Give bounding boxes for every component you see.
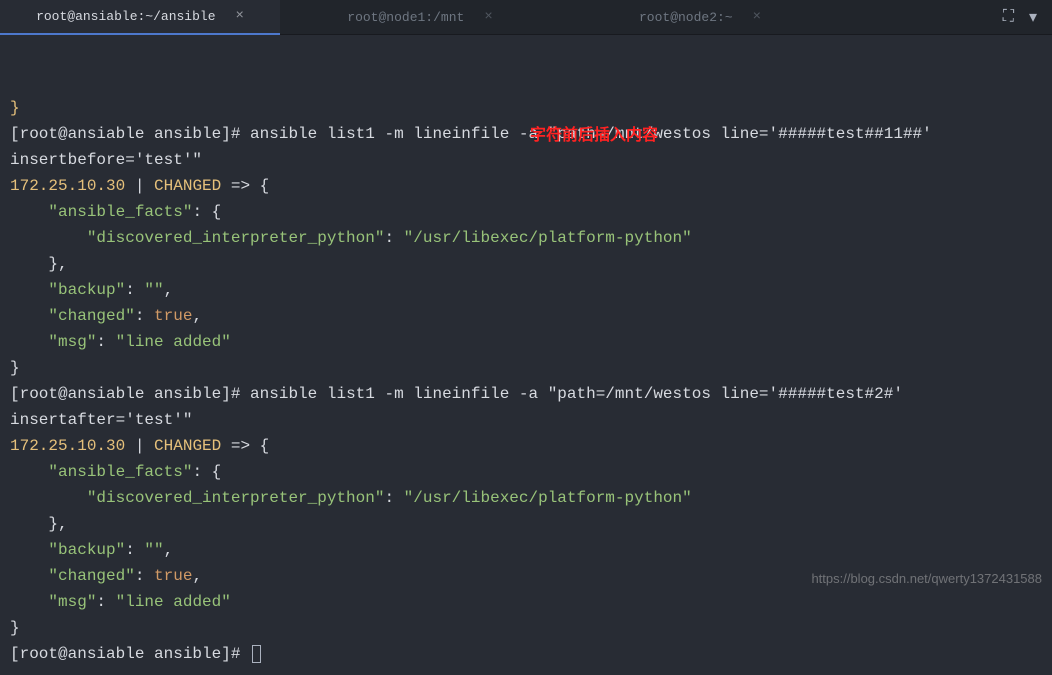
prompt-3: [root@ansiable ansible]# — [10, 645, 261, 663]
tab-label: root@node1:/mnt — [347, 10, 464, 25]
chevron-down-icon[interactable]: ▾ — [1029, 7, 1037, 27]
stray-brace: } — [10, 99, 20, 117]
backup-line: "backup": "", — [10, 281, 173, 299]
msg-line-2: "msg": "line added" — [10, 593, 231, 611]
interpreter-line: "discovered_interpreter_python": "/usr/l… — [10, 229, 692, 247]
prompt-1: [root@ansiable ansible]# ansible list1 -… — [10, 125, 941, 169]
tab-controls: ⛶ ▾ — [1003, 7, 1052, 27]
watermark: https://blog.csdn.net/qwerty1372431588 — [811, 571, 1042, 586]
tab-label: root@node2:~ — [639, 10, 733, 25]
changed-line-2: "changed": true, — [10, 567, 202, 585]
result-1-header: 172.25.10.30 | CHANGED => { — [10, 177, 269, 195]
tab-node2[interactable]: root@node2:~ × — [560, 0, 840, 35]
close-brace-3: }, — [10, 515, 68, 533]
close-brace-2: } — [10, 359, 20, 377]
changed-line: "changed": true, — [10, 307, 202, 325]
ansible-facts-line-2: "ansible_facts": { — [10, 463, 221, 481]
annotation-text: 字符前后插入内容 — [530, 123, 658, 149]
close-icon[interactable]: × — [236, 8, 244, 24]
backup-line-2: "backup": "", — [10, 541, 173, 559]
close-icon[interactable]: × — [484, 9, 492, 25]
msg-line: "msg": "line added" — [10, 333, 231, 351]
tab-label: root@ansiable:~/ansible — [36, 9, 215, 24]
result-2-header: 172.25.10.30 | CHANGED => { — [10, 437, 269, 455]
close-brace-4: } — [10, 619, 20, 637]
tab-ansiable[interactable]: root@ansiable:~/ansible × — [0, 0, 280, 35]
prompt-2: [root@ansiable ansible]# ansible list1 -… — [10, 385, 913, 429]
tab-bar: root@ansiable:~/ansible × root@node1:/mn… — [0, 0, 1052, 35]
interpreter-line-2: "discovered_interpreter_python": "/usr/l… — [10, 489, 692, 507]
tab-node1[interactable]: root@node1:/mnt × — [280, 0, 560, 35]
cursor — [252, 645, 261, 663]
screenshot-icon[interactable]: ⛶ — [1003, 8, 1014, 26]
close-icon[interactable]: × — [753, 9, 761, 25]
ansible-facts-line: "ansible_facts": { — [10, 203, 221, 221]
close-brace-1: }, — [10, 255, 68, 273]
